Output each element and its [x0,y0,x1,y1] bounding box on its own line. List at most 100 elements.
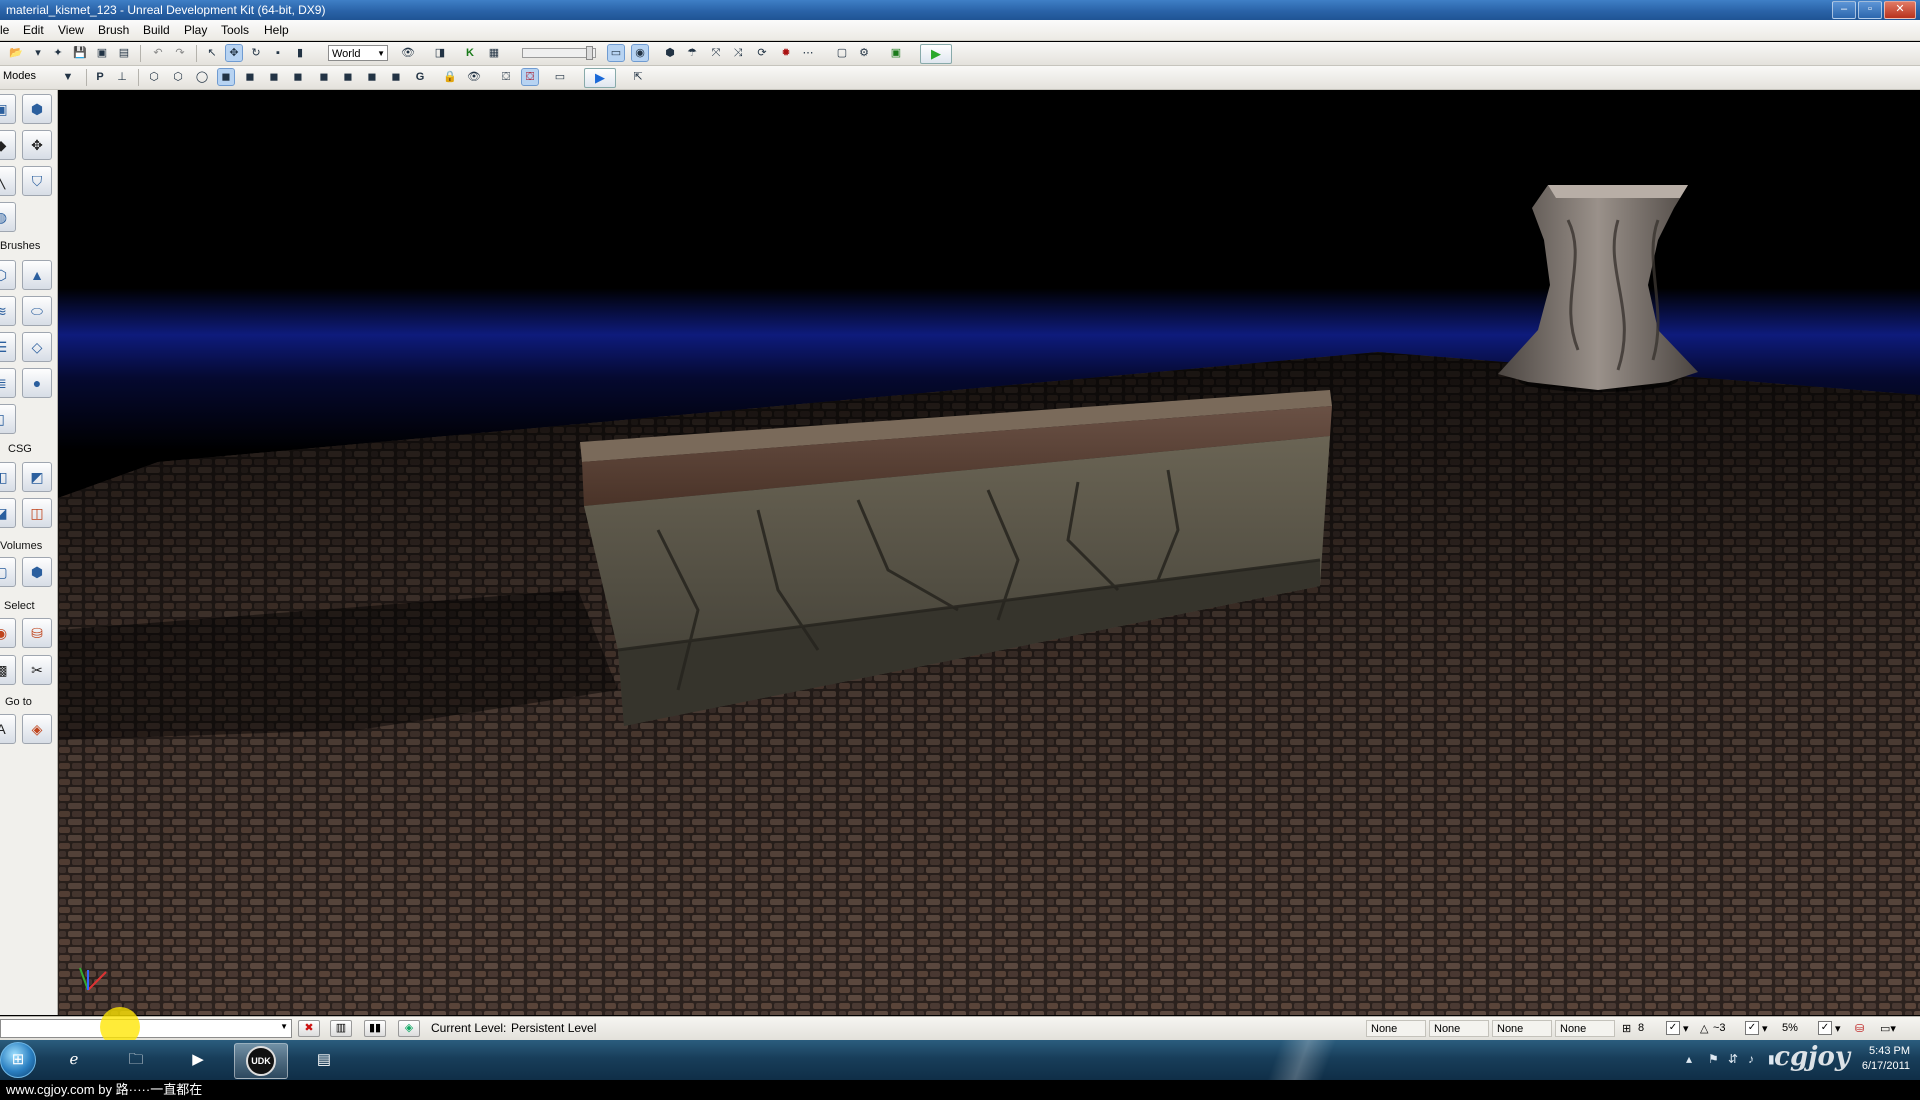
show-all-icon[interactable]: ✂ [22,655,52,685]
viewport-options-icon[interactable]: ⇱ [630,69,646,85]
notes-icon[interactable]: ▤ [298,1043,350,1077]
cube-brush-icon[interactable]: ⬡ [0,260,16,290]
network-icon[interactable]: ⇵ [1728,1052,1738,1066]
monitor-icon[interactable]: ▢ [834,45,850,61]
light-icon[interactable]: ✹ [778,45,794,61]
csg-add-icon[interactable]: ◧ [0,462,16,492]
build-lighting-icon[interactable]: ☂ [684,45,700,61]
menu-build[interactable]: Build [143,20,170,40]
csg-subtract-icon[interactable]: ◩ [22,462,52,492]
save-icon[interactable]: 💾 [72,45,88,61]
light-complexity-icon[interactable]: ◼ [290,69,306,85]
scale-widget-icon[interactable]: ▪ [270,45,286,61]
speaker-icon[interactable]: ♪ [1748,1052,1754,1066]
sheet-brush-icon[interactable]: ◇ [22,332,52,362]
goto-actor-icon[interactable]: A [0,714,16,744]
menu-help[interactable]: Help [264,20,289,40]
new-icon[interactable]: ✦ [50,45,66,61]
matinee-icon[interactable]: ▦ [486,45,502,61]
build-cover-icon[interactable]: ⤨ [730,45,746,61]
csg-deintersect-icon[interactable]: ◫ [22,498,52,528]
scale-snap-checkbox[interactable]: ✓ [1818,1021,1832,1035]
foliage-mode-icon[interactable]: ◍ [0,202,16,232]
perspective-view-icon[interactable]: P [92,69,108,85]
lock-icon[interactable]: 🔒 [442,69,458,85]
spiral-stair-brush-icon[interactable]: ≣ [0,368,16,398]
build-ai-icon[interactable]: ⋯ [800,45,816,61]
folder-icon[interactable]: 🗀 [110,1043,162,1077]
modes-dropdown-icon[interactable]: ▼ [60,69,76,85]
texture-density-icon[interactable]: ◼ [316,69,332,85]
slider-knob[interactable] [586,46,593,60]
maximize-button[interactable]: ▫ [1858,1,1882,19]
geometry-mode-icon[interactable]: ⬢ [22,94,52,124]
rotation-snap-checkbox[interactable]: ✓ [1745,1021,1759,1035]
volume-cube-icon[interactable]: ⬢ [22,557,52,587]
show-selected-icon[interactable]: ◉ [0,618,16,648]
camera-speed-slider[interactable] [522,46,596,60]
coordinate-system-select[interactable]: World ▼ [328,45,388,61]
current-level-icon[interactable]: ◈ [398,1020,420,1037]
lightmap-density-icon[interactable]: ◼ [364,69,380,85]
nonuniform-scale-icon[interactable]: ▮ [292,45,308,61]
save-copy-icon[interactable]: ▤ [116,45,132,61]
move-mode-icon[interactable]: ✥ [22,130,52,160]
internet-explorer-icon[interactable]: ℯ [48,1043,100,1077]
media-player-icon[interactable]: ▶ [172,1043,224,1077]
game-view-icon[interactable]: G [412,69,428,85]
autosave-icon[interactable]: ⛁ [1855,1022,1864,1035]
sphere-brush-icon[interactable]: ● [22,368,52,398]
paint-mode-icon[interactable]: ╲ [0,166,16,196]
menu-brush[interactable]: Brush [98,20,129,40]
invert-selection-icon[interactable]: ▩ [0,655,16,685]
clock[interactable]: 5:43 PM 6/17/2011 [1862,1044,1910,1074]
menu-view[interactable]: View [58,20,84,40]
unlit-icon[interactable]: ◯ [194,69,210,85]
cylinder-brush-icon[interactable]: ⬭ [22,296,52,326]
level-layers-icon[interactable]: ▮▮ [364,1020,386,1037]
goto-builder-brush-icon[interactable]: ◈ [22,714,52,744]
minimize-button[interactable]: – [1832,1,1856,19]
stats-icon[interactable]: ⛋ [498,69,514,85]
lit-view-icon[interactable]: ◉ [631,44,649,62]
wireframe-icon[interactable]: ⬡ [146,69,162,85]
hide-selected-icon[interactable]: ⛁ [22,618,52,648]
open-icon[interactable]: 📂 [8,45,24,61]
realtime-preview-icon[interactable]: ⛋ [521,68,539,86]
redo-icon[interactable]: ↷ [172,45,188,61]
csg-intersect-icon[interactable]: ◪ [0,498,16,528]
select-cursor-icon[interactable]: ↖ [204,45,220,61]
lighting-only-icon[interactable]: ◼ [266,69,282,85]
maximize-viewport-icon[interactable]: ▭ [552,69,568,85]
viewport-type-icon[interactable]: ⊥ [114,69,130,85]
menu-edit[interactable]: Edit [23,20,44,40]
play-in-editor-button[interactable]: ▶ [920,44,952,64]
add-volume-icon[interactable]: ▢ [0,557,16,587]
undo-icon[interactable]: ↶ [150,45,166,61]
build-geometry-icon[interactable]: ⬢ [662,45,678,61]
flag-icon[interactable]: ⚑ [1708,1052,1719,1066]
menu-play[interactable]: Play [184,20,207,40]
volumetric-brush-icon[interactable]: ▯ [0,404,16,434]
kismet-icon[interactable]: K [462,45,478,61]
rotate-widget-icon[interactable]: ↻ [248,45,264,61]
brush-wireframe-icon[interactable]: ⬡ [170,69,186,85]
play-on-pc-icon[interactable]: ▣ [888,45,904,61]
grid-snap-checkbox[interactable]: ✓ [1666,1021,1680,1035]
perspective-viewport[interactable] [58,90,1920,1015]
menu-tools[interactable]: Tools [221,20,249,40]
lighting-vis-icon[interactable]: ◼ [388,69,404,85]
realtime-view-icon[interactable]: ▭ [607,44,625,62]
translate-widget-icon[interactable]: ✥ [225,44,243,62]
content-browser-icon[interactable]: ◨ [432,45,448,61]
play-in-viewport-button[interactable]: ▶ [584,68,616,88]
options-icon[interactable]: ⚙ [856,45,872,61]
chevron-down-icon[interactable]: ▾ [1835,1022,1841,1035]
start-button[interactable]: ⊞ [0,1042,36,1078]
level-browser-icon[interactable]: ▥ [330,1020,352,1037]
cone-brush-icon[interactable]: ▲ [22,260,52,290]
lit-mode-icon[interactable]: ◼ [217,68,235,86]
curved-stair-brush-icon[interactable]: ≋ [0,296,16,326]
dropdown-arrow-icon[interactable]: ▾ [30,45,46,61]
camera-mode-icon[interactable]: ▣ [0,94,16,124]
